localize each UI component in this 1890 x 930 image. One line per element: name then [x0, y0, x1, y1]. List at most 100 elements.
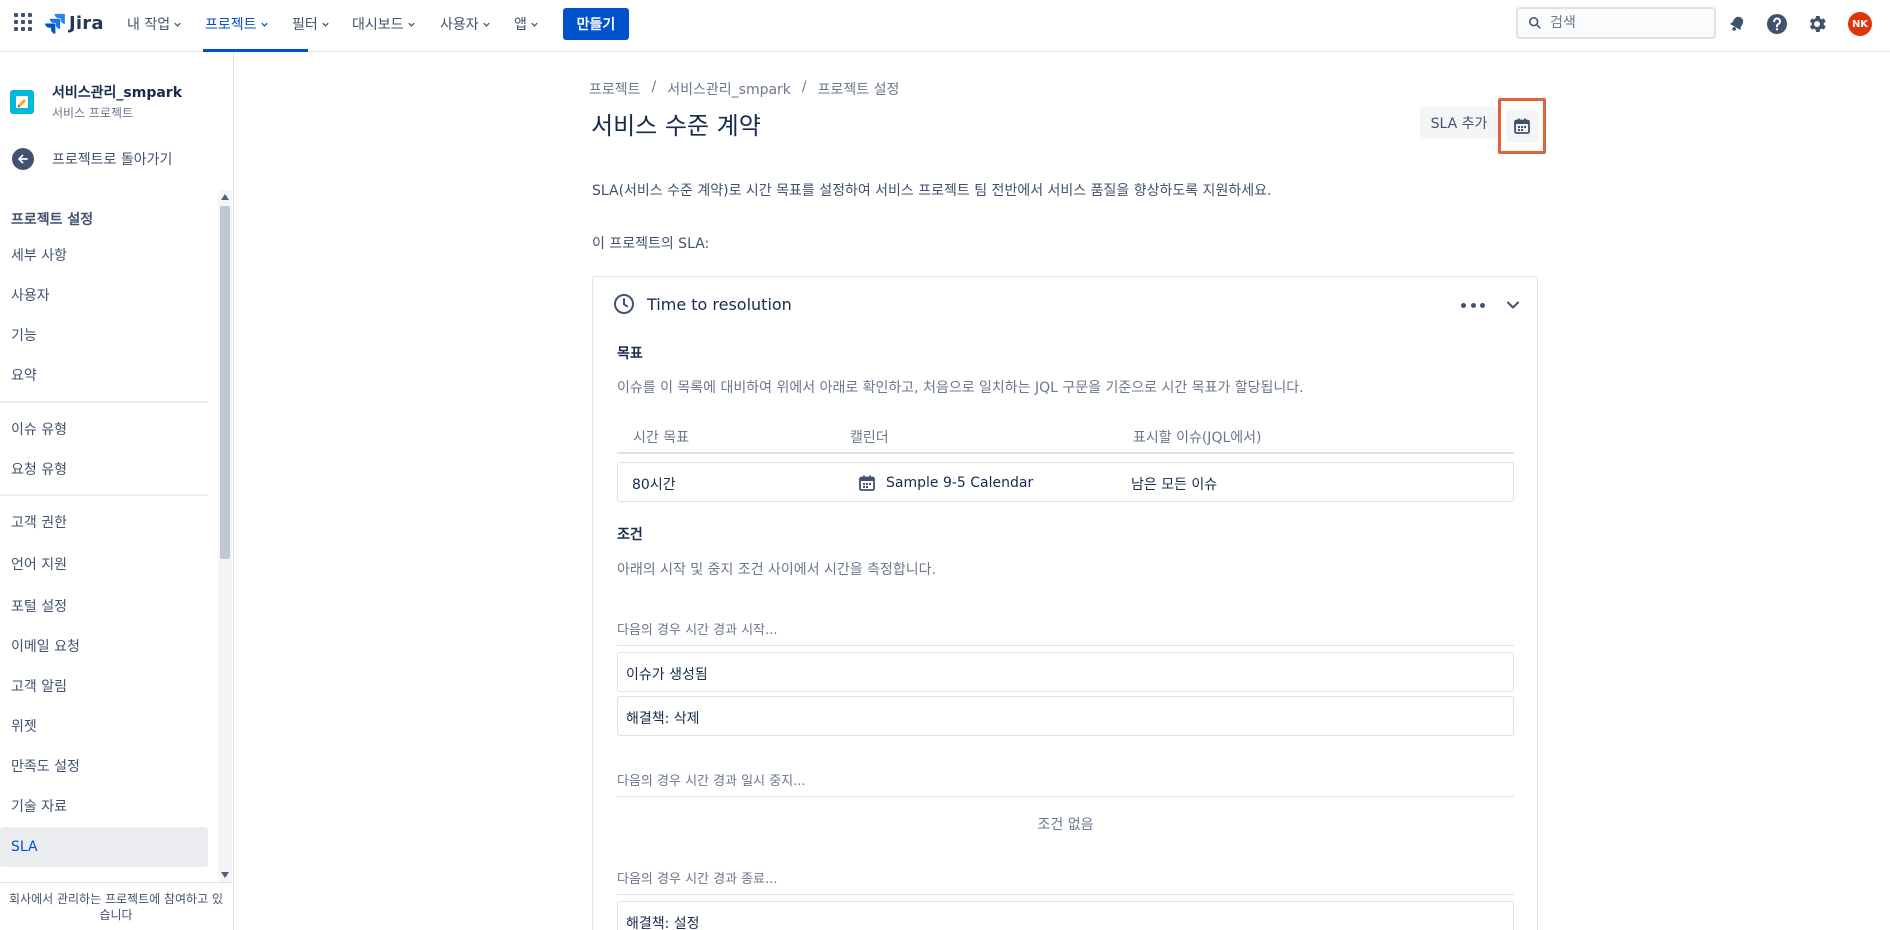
scroll-down-icon[interactable] — [221, 872, 229, 878]
back-link-label: 프로젝트로 돌아가기 — [52, 152, 173, 168]
start-condition-item[interactable]: 이슈가 생성됨 — [617, 652, 1514, 692]
scroll-up-icon[interactable] — [221, 194, 229, 200]
breadcrumb-separator: / — [801, 79, 807, 95]
scrollbar-thumb[interactable] — [220, 206, 230, 559]
sidebar-item-label: 기술 자료 — [11, 799, 67, 815]
sla-list-label: 이 프로젝트의 SLA: — [592, 236, 710, 252]
clock-icon — [614, 294, 634, 314]
breadcrumb-project[interactable]: 서비스관리_smpark — [667, 79, 791, 99]
project-name: 서비스관리_smpark — [52, 85, 183, 101]
help-icon[interactable] — [1765, 12, 1789, 36]
calendar-button-highlight[interactable] — [1498, 98, 1546, 154]
sidebar-item-features[interactable]: 기능 — [0, 315, 208, 355]
table-row[interactable]: 80시간 Sample 9-5 Calendar 남은 모든 이슈 — [617, 462, 1514, 502]
search-box[interactable] — [1516, 7, 1716, 39]
arrow-left-icon — [12, 148, 34, 170]
sidebar-item-issue-types[interactable]: 이슈 유형 — [0, 409, 208, 449]
sidebar-divider — [0, 401, 208, 403]
page-title: 서비스 수준 계약 — [591, 112, 761, 140]
sidebar-item-request-types[interactable]: 요청 유형 — [0, 449, 208, 489]
back-to-projects-link[interactable]: 프로젝트로 돌아가기 — [12, 148, 172, 170]
apps-grid-icon[interactable] — [14, 13, 32, 31]
sidebar-footer-text: 회사에서 관리하는 프로젝트에 참여하고 있습니다 — [0, 882, 232, 930]
column-header-issues: 표시할 이슈(JQL에서) — [1133, 430, 1262, 446]
add-sla-button[interactable]: SLA 추가 — [1420, 107, 1498, 139]
pause-conditions-header: 다음의 경우 시간 경과 일시 중지... — [617, 770, 1514, 797]
nav-label: 내 작업 — [127, 17, 171, 33]
project-avatar-icon — [10, 89, 34, 114]
project-sidebar: 서비스관리_smpark 서비스 프로젝트 프로젝트로 돌아가기 프로젝트 설정… — [0, 52, 234, 930]
nav-dashboards[interactable]: 대시보드 — [352, 14, 416, 34]
sidebar-item-customer-permissions[interactable]: 고객 권한 — [0, 502, 208, 542]
nav-filters[interactable]: 필터 — [292, 14, 330, 34]
sidebar-item-widget[interactable]: 위젯 — [0, 706, 208, 746]
chevron-down-icon[interactable] — [1503, 295, 1523, 315]
project-type: 서비스 프로젝트 — [52, 106, 134, 120]
breadcrumb-projects[interactable]: 프로젝트 — [589, 79, 641, 99]
sidebar-item-label: 기능 — [11, 328, 37, 344]
start-condition-item[interactable]: 해결책: 삭제 — [617, 696, 1514, 736]
goals-title: 목표 — [617, 346, 643, 362]
sidebar-item-sla[interactable]: SLA — [0, 827, 208, 867]
sidebar-item-email-requests[interactable]: 이메일 요청 — [0, 626, 208, 666]
sidebar-item-language-support[interactable]: 언어 지원 — [0, 544, 208, 584]
sidebar-item-details[interactable]: 세부 사항 — [0, 235, 208, 275]
sidebar-settings-list: 프로젝트 설정 세부 사항 사용자 기능 요약 이슈 유형 요청 유형 고객 권… — [0, 190, 218, 882]
start-conditions-header: 다음의 경우 시간 경과 시작... — [617, 619, 1514, 646]
sidebar-item-label: 사용자 — [11, 288, 50, 304]
sidebar-item-label: 위젯 — [11, 719, 37, 735]
nav-apps[interactable]: 앱 — [514, 14, 539, 34]
sidebar-divider — [0, 494, 208, 496]
sidebar-item-customer-notifications[interactable]: 고객 알림 — [0, 666, 208, 706]
no-conditions-text: 조건 없음 — [1037, 817, 1094, 833]
calendar-icon — [1514, 118, 1530, 134]
sidebar-scrollbar[interactable] — [218, 190, 232, 882]
jira-logo-icon — [45, 13, 65, 34]
nav-label: 필터 — [292, 17, 318, 33]
stop-conditions-header: 다음의 경우 시간 경과 종료... — [617, 868, 1514, 895]
sla-card: Time to resolution 목표 이슈를 이 목록에 대비하여 위에서… — [592, 276, 1538, 930]
user-avatar[interactable]: NK — [1848, 12, 1872, 36]
stop-condition-item[interactable]: 해결책: 설정 — [617, 901, 1514, 930]
nav-projects[interactable]: 프로젝트 — [205, 14, 269, 34]
sidebar-item-label: 요청 유형 — [11, 462, 67, 478]
sidebar-item-label: 만족도 설정 — [11, 759, 80, 775]
settings-gear-icon[interactable] — [1805, 12, 1829, 36]
jira-logo[interactable]: Jira — [44, 11, 104, 35]
sidebar-item-label: 언어 지원 — [11, 557, 67, 573]
chevron-down-icon — [260, 22, 268, 27]
search-icon — [1528, 16, 1541, 29]
calendar-button[interactable] — [1506, 110, 1538, 142]
create-button[interactable]: 만들기 — [563, 8, 629, 40]
sidebar-item-people[interactable]: 사용자 — [0, 275, 208, 315]
goal-calendar-label: Sample 9-5 Calendar — [886, 475, 1034, 491]
nav-label: 앱 — [514, 17, 527, 33]
top-navigation: Jira 내 작업 프로젝트 필터 대시보드 사용자 앱 만들기 NK — [0, 0, 1890, 52]
notification-bell-icon[interactable] — [1725, 12, 1749, 36]
sidebar-item-satisfaction-settings[interactable]: 만족도 설정 — [0, 746, 208, 786]
breadcrumb-project-settings[interactable]: 프로젝트 설정 — [818, 79, 900, 99]
breadcrumb: 프로젝트 / 서비스관리_smpark / 프로젝트 설정 — [589, 79, 899, 99]
sidebar-item-label: 고객 알림 — [11, 679, 67, 695]
goal-issues: 남은 모든 이슈 — [1131, 477, 1218, 493]
nav-label: 프로젝트 — [205, 17, 257, 33]
conditions-description: 아래의 시작 및 중지 조건 사이에서 시간을 측정합니다. — [617, 562, 936, 578]
goal-calendar: Sample 9-5 Calendar — [858, 474, 1033, 492]
nav-people[interactable]: 사용자 — [440, 14, 491, 34]
column-header-time-goal: 시간 목표 — [633, 430, 689, 446]
column-header-calendar: 캘린더 — [850, 430, 889, 446]
sidebar-item-summary[interactable]: 요약 — [0, 355, 208, 395]
chevron-down-icon — [174, 22, 181, 27]
sidebar-item-label: 요약 — [11, 368, 37, 384]
sidebar-item-label: 이메일 요청 — [11, 639, 80, 655]
sidebar-item-portal-settings[interactable]: 포털 설정 — [0, 586, 208, 626]
project-header[interactable]: 서비스관리_smpark 서비스 프로젝트 — [10, 82, 182, 121]
sla-card-header[interactable]: Time to resolution — [613, 293, 792, 315]
conditions-title: 조건 — [617, 527, 643, 543]
sidebar-item-knowledge-base[interactable]: 기술 자료 — [0, 786, 208, 826]
search-input[interactable] — [1550, 15, 1710, 31]
more-options-icon[interactable] — [1461, 295, 1485, 315]
chevron-down-icon — [482, 22, 490, 27]
nav-my-work[interactable]: 내 작업 — [127, 14, 182, 34]
sla-name: Time to resolution — [647, 294, 792, 314]
